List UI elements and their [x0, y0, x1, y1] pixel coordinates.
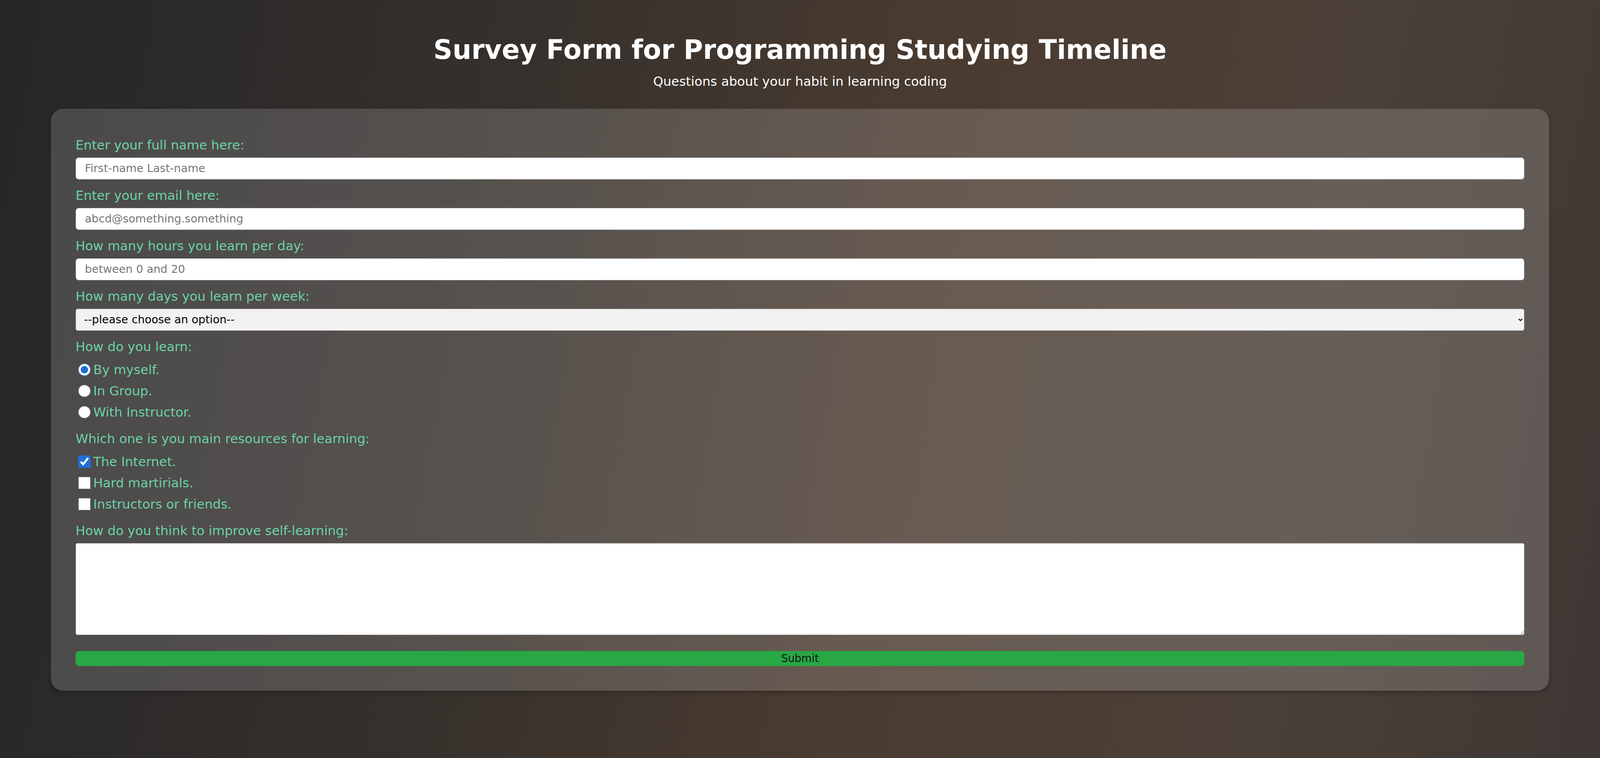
resource-option[interactable]: Hard martirials. — [78, 472, 1525, 494]
hours-input[interactable] — [75, 258, 1525, 281]
email-input[interactable] — [75, 207, 1525, 230]
hours-field: How many hours you learn per day: — [75, 231, 1525, 281]
resource-option[interactable]: Instructors or friends. — [78, 493, 1525, 515]
name-input[interactable] — [75, 157, 1525, 180]
improve-textarea[interactable] — [75, 542, 1525, 635]
method-field: How do you learn:By myself.In Group.With… — [75, 332, 1525, 423]
submit-button[interactable]: Submit — [75, 650, 1525, 666]
email-field: Enter your email here: — [75, 181, 1525, 230]
resource-option[interactable]: The Internet. — [78, 450, 1525, 473]
checkbox[interactable] — [78, 455, 91, 468]
checkbox[interactable] — [78, 497, 91, 511]
radio-button[interactable] — [78, 384, 91, 397]
name-label: Enter your full name here: — [75, 135, 1525, 155]
method-label: How do you learn: — [75, 336, 1525, 357]
method-option[interactable]: With Instructor. — [78, 401, 1525, 423]
subtitle: Questions about your habit in learning c… — [50, 73, 1550, 91]
method-option[interactable]: In Group. — [78, 380, 1525, 402]
radio-button[interactable] — [78, 405, 91, 419]
days-label: How many days you learn per week: — [75, 286, 1525, 306]
days-field: How many days you learn per week:--pleas… — [75, 281, 1525, 331]
survey-form: Enter your full name here: Enter your ema… — [50, 108, 1550, 691]
improve-field: How do you think to improve self-learnin… — [75, 516, 1525, 649]
name-field: Enter your full name here: — [75, 130, 1525, 180]
improve-label: How do you think to improve self-learnin… — [75, 520, 1525, 541]
page: Survey Form for Programming Studying Tim… — [0, 0, 1600, 758]
method-option[interactable]: By myself. — [78, 358, 1525, 381]
radio-button[interactable] — [78, 363, 91, 376]
resources-label: Which one is you main resources for lear… — [75, 428, 1525, 449]
email-label: Enter your email here: — [75, 185, 1525, 206]
checkbox[interactable] — [78, 476, 91, 489]
resources-field: Which one is you main resources for lear… — [75, 424, 1525, 515]
days-select[interactable]: --please choose an option-- — [75, 308, 1525, 331]
hours-label: How many hours you learn per day: — [75, 236, 1525, 256]
title: Survey Form for Programming Studying Tim… — [50, 33, 1550, 66]
